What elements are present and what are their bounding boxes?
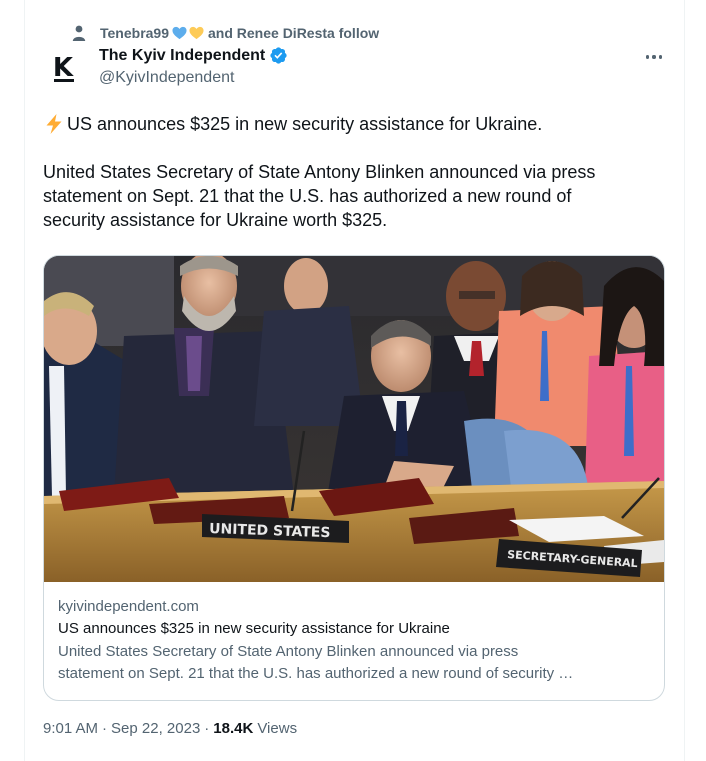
card-meta: kyivindependent.com US announces $325 in… [58, 597, 652, 685]
timeline-border-left [24, 0, 25, 761]
timeline-border-right [684, 0, 685, 761]
views-count: 18.4K [213, 720, 254, 737]
views-label: Views [257, 720, 298, 737]
tweet-text: US announces $325 in new security assist… [43, 112, 663, 232]
author-name-row[interactable]: The Kyiv Independent [99, 46, 288, 65]
more-dot-icon [652, 55, 656, 59]
card-title: US announces $325 in new security assist… [58, 620, 450, 637]
blue-heart-icon [172, 26, 187, 40]
tweet-footer: 9:01 AM · Sep 22, 2023 · 18.4K Views [43, 720, 297, 737]
link-card[interactable]: UNITED STATES SECRETARY-GENERAL kyivinde… [43, 255, 665, 701]
social-context-user[interactable]: Tenebra99 [100, 25, 169, 41]
more-options-button[interactable] [640, 45, 668, 69]
tweet-time[interactable]: 9:01 AM [43, 720, 98, 737]
verified-badge-icon [270, 47, 287, 64]
author-name[interactable]: The Kyiv Independent [99, 47, 265, 65]
lightning-bolt-icon [46, 114, 62, 134]
more-dot-icon [658, 55, 663, 59]
card-image[interactable]: UNITED STATES SECRETARY-GENERAL [44, 256, 664, 582]
person-icon [72, 25, 86, 41]
more-dot-icon [645, 55, 650, 59]
tweet-headline: US announces $325 in new security assist… [67, 114, 543, 134]
author-handle[interactable]: @KyivIndependent [99, 69, 234, 87]
social-context-text: and Renee DiResta follow [208, 25, 380, 41]
tweet-body: United States Secretary of State Antony … [43, 162, 596, 230]
avatar-letter: K [52, 53, 74, 83]
avatar-underline [54, 79, 74, 82]
yellow-heart-icon [189, 26, 204, 40]
dot-separator: · [204, 720, 210, 737]
author-avatar[interactable]: K [43, 50, 83, 90]
tweet-date[interactable]: Sep 22, 2023 [111, 720, 200, 737]
card-description: United States Secretary of State Antony … [58, 643, 574, 682]
card-domain: kyivindependent.com [58, 598, 199, 615]
dot-separator: · [102, 720, 108, 737]
social-context: Tenebra99 and Renee DiResta follow [70, 22, 379, 44]
